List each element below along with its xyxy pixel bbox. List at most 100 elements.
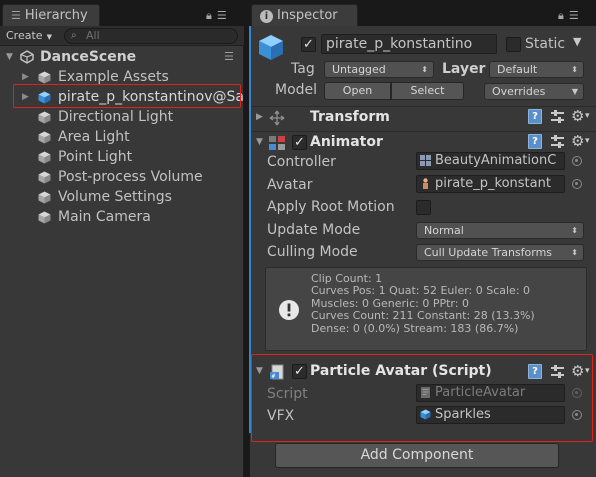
gameobject-cube-icon [38, 111, 51, 124]
tag-dropdown[interactable]: Untagged ⬍ [324, 61, 434, 78]
gameobject-cube-icon [38, 151, 51, 164]
hierarchy-item[interactable]: Post-process Volume [0, 167, 244, 187]
updown-caret-icon: ⬍ [421, 65, 428, 74]
hierarchy-item[interactable]: Area Light [0, 127, 244, 147]
help-book-icon[interactable]: ? [528, 134, 542, 149]
chevron-expanded-icon[interactable]: ▼ [6, 47, 13, 67]
update-mode-dropdown[interactable]: Normal ⬍ [416, 222, 584, 239]
controller-value: BeautyAnimationC [435, 153, 557, 168]
animator-info-line: Curves Pos: 1 Quat: 52 Euler: 0 Scale: 0 [311, 284, 531, 298]
menu-icon[interactable]: ☰ [569, 9, 580, 22]
transform-icon [269, 110, 285, 126]
help-book-icon[interactable]: ? [528, 109, 542, 124]
lock-icon[interactable]: 🔒︎ [558, 9, 565, 22]
update-mode-value: Normal [424, 224, 464, 237]
updown-caret-icon: ⬍ [571, 226, 578, 235]
collapsed-arrow-icon[interactable]: ▶ [256, 107, 263, 127]
avatar-label: Avatar [267, 177, 313, 193]
culling-mode-label: Culling Mode [267, 244, 358, 260]
info-icon: i [260, 10, 273, 23]
apply-root-motion-checkbox[interactable] [416, 200, 431, 215]
hierarchy-item-label: Post-process Volume [58, 169, 203, 185]
lock-icon[interactable]: 🔒︎ [206, 9, 213, 22]
animator-info-line: Dense: 0 (0.0%) Stream: 183 (86.7%) [311, 321, 519, 335]
hierarchy-item-label: Directional Light [58, 109, 174, 125]
tab-inspector[interactable]: i Inspector [251, 4, 358, 26]
layer-value: Default [497, 63, 538, 76]
warning-icon [279, 300, 299, 320]
expanded-arrow-icon[interactable]: ▼ [256, 132, 263, 152]
hierarchy-selection-highlight [13, 84, 241, 108]
tag-value: Untagged [332, 63, 386, 76]
chevron-down-icon: ▼ [46, 33, 52, 41]
static-checkbox[interactable] [506, 37, 521, 52]
open-button[interactable]: Open [324, 82, 391, 100]
controller-label: Controller [267, 154, 336, 170]
model-label: Model [275, 82, 318, 98]
object-picker-icon[interactable] [572, 179, 582, 189]
presets-icon[interactable] [550, 134, 565, 153]
tab-hierarchy[interactable]: ☰ Hierarchy [2, 4, 100, 26]
object-name-field[interactable]: pirate_p_konstantino [321, 34, 497, 54]
component-highlight [251, 354, 593, 442]
hierarchy-item-label: Area Light [58, 129, 130, 145]
overrides-dropdown[interactable]: Overrides ▼ [484, 83, 584, 100]
chevron-down-icon[interactable]: ▾ [585, 134, 590, 149]
gear-icon[interactable]: ⚙ [571, 134, 584, 149]
chevron-down-icon: ▼ [571, 87, 578, 96]
presets-icon[interactable] [550, 109, 565, 128]
animator-controller-icon [420, 155, 431, 166]
add-component-button[interactable]: Add Component [275, 443, 559, 468]
controller-field[interactable]: BeautyAnimationC [416, 152, 565, 170]
update-mode-label: Update Mode [267, 222, 361, 238]
animator-info-line: Clip Count: 1 [311, 272, 383, 285]
inspector-tab-controls: 🔒︎ ☰ [558, 9, 580, 23]
create-dropdown-button[interactable]: Create ▼ [6, 28, 52, 44]
hierarchy-search-input[interactable]: ⌕ All [64, 28, 238, 44]
layer-dropdown[interactable]: Default ⬍ [489, 61, 584, 78]
scene-name: DanceScene [40, 49, 137, 65]
object-picker-icon[interactable] [572, 156, 582, 166]
hierarchy-item-label: Volume Settings [58, 189, 172, 205]
overrides-value: Overrides [492, 85, 546, 98]
avatar-field[interactable]: pirate_p_konstant [416, 175, 565, 193]
animator-info-box: Clip Count: 1 Curves Pos: 1 Quat: 52 Eule… [265, 267, 587, 351]
hierarchy-item[interactable]: Directional Light [0, 107, 244, 127]
gameobject-cube-icon [38, 171, 51, 184]
select-button[interactable]: Select [391, 82, 464, 100]
tag-label: Tag [291, 61, 315, 77]
animator-component-header[interactable]: ▼ ✓ Animator [252, 131, 596, 153]
hierarchy-toolbar: Create ▼ ⌕ All [0, 26, 244, 46]
hierarchy-item[interactable]: Main Camera [0, 207, 244, 227]
hierarchy-tab-label: Hierarchy [24, 8, 88, 23]
culling-mode-value: Cull Update Transforms [424, 246, 553, 259]
transform-title: Transform [310, 109, 390, 125]
culling-mode-dropdown[interactable]: Cull Update Transforms ⬍ [416, 244, 584, 261]
hierarchy-item-label: Point Light [58, 149, 133, 165]
gear-icon[interactable]: ⚙ [571, 109, 584, 124]
layer-label: Layer [442, 61, 486, 77]
animator-enabled-checkbox[interactable]: ✓ [292, 135, 307, 150]
chevron-down-icon[interactable]: ▾ [585, 109, 590, 124]
apply-root-motion-label: Apply Root Motion [267, 199, 395, 215]
hierarchy-item-label: Main Camera [58, 209, 151, 225]
avatar-value: pirate_p_konstant [435, 176, 551, 191]
scene-menu-icon[interactable]: ☰ [224, 47, 234, 67]
gameobject-cube-icon [38, 131, 51, 144]
search-icon: ⌕ [71, 30, 77, 41]
animator-info-line: Muscles: 0 Generic: 0 PPtr: 0 [311, 296, 469, 310]
gameobject-cube-icon [38, 211, 51, 224]
animator-title: Animator [310, 134, 383, 150]
animator-info-line: Curves Count: 211 Constant: 28 (13.3%) [311, 309, 535, 323]
scene-row[interactable]: ▼ DanceScene ☰ [0, 47, 244, 67]
menu-icon[interactable]: ☰ [217, 9, 228, 22]
hierarchy-item[interactable]: Volume Settings [0, 187, 244, 207]
search-placeholder: All [86, 29, 100, 42]
avatar-icon [423, 178, 428, 189]
transform-component-header[interactable]: ▶ Transform [252, 106, 596, 128]
inspector-tab-label: Inspector [277, 8, 338, 23]
static-dropdown-icon[interactable]: ▼ [573, 35, 581, 48]
unity-logo-icon [20, 50, 34, 64]
hierarchy-item[interactable]: Point Light [0, 147, 244, 167]
object-active-checkbox[interactable]: ✓ [301, 37, 316, 52]
